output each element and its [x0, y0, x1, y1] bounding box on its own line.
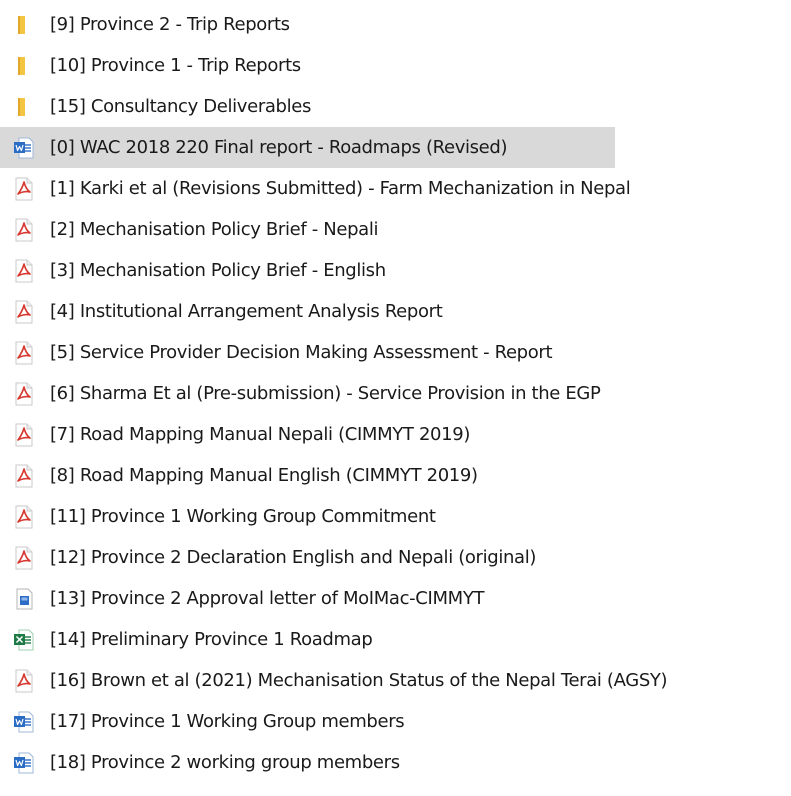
file-row[interactable]: [10] Province 1 - Trip Reports — [0, 45, 791, 86]
file-name: [12] Province 2 Declaration English and … — [50, 547, 537, 568]
folder-icon — [13, 95, 35, 119]
file-name: [8] Road Mapping Manual English (CIMMYT … — [50, 465, 478, 486]
file-list: [9] Province 2 - Trip Reports [10] Provi… — [0, 0, 791, 783]
file-row[interactable]: [11] Province 1 Working Group Commitment — [0, 496, 791, 537]
file-row[interactable]: [18] Province 2 working group members — [0, 742, 791, 783]
file-name: [2] Mechanisation Policy Brief - Nepali — [50, 219, 379, 240]
pdf-file-icon — [13, 300, 35, 324]
file-row[interactable]: [0] WAC 2018 220 Final report - Roadmaps… — [0, 127, 615, 168]
pdf-file-icon — [13, 382, 35, 406]
file-name: [5] Service Provider Decision Making Ass… — [50, 342, 553, 363]
pdf-file-icon — [13, 218, 35, 242]
folder-icon — [13, 13, 35, 37]
file-row[interactable]: [14] Preliminary Province 1 Roadmap — [0, 619, 791, 660]
file-row[interactable]: [1] Karki et al (Revisions Submitted) - … — [0, 168, 791, 209]
file-name: [17] Province 1 Working Group members — [50, 711, 405, 732]
file-row[interactable]: [2] Mechanisation Policy Brief - Nepali — [0, 209, 791, 250]
file-name: [4] Institutional Arrangement Analysis R… — [50, 301, 443, 322]
file-row[interactable]: [16] Brown et al (2021) Mechanisation St… — [0, 660, 791, 701]
file-row[interactable]: [15] Consultancy Deliverables — [0, 86, 791, 127]
file-row[interactable]: [7] Road Mapping Manual Nepali (CIMMYT 2… — [0, 414, 791, 455]
pdf-file-icon — [13, 546, 35, 570]
file-name: [11] Province 1 Working Group Commitment — [50, 506, 436, 527]
file-name: [13] Province 2 Approval letter of MoIMa… — [50, 588, 485, 609]
file-row[interactable]: [13] Province 2 Approval letter of MoIMa… — [0, 578, 791, 619]
pdf-file-icon — [13, 177, 35, 201]
pdf-file-icon — [13, 464, 35, 488]
file-name: [16] Brown et al (2021) Mechanisation St… — [50, 670, 668, 691]
file-row[interactable]: [9] Province 2 - Trip Reports — [0, 4, 791, 45]
file-row[interactable]: [17] Province 1 Working Group members — [0, 701, 791, 742]
folder-icon — [13, 54, 35, 78]
file-name: [0] WAC 2018 220 Final report - Roadmaps… — [50, 137, 508, 158]
pdf-file-icon — [13, 669, 35, 693]
file-name: [10] Province 1 - Trip Reports — [50, 55, 301, 76]
file-name: [1] Karki et al (Revisions Submitted) - … — [50, 178, 631, 199]
word-document-icon — [13, 751, 35, 775]
excel-spreadsheet-icon — [13, 628, 35, 652]
file-name: [18] Province 2 working group members — [50, 752, 400, 773]
pdf-file-icon — [13, 341, 35, 365]
file-row[interactable]: [12] Province 2 Declaration English and … — [0, 537, 791, 578]
word-document-icon — [13, 710, 35, 734]
file-name: [6] Sharma Et al (Pre-submission) - Serv… — [50, 383, 601, 404]
file-row[interactable]: [6] Sharma Et al (Pre-submission) - Serv… — [0, 373, 791, 414]
file-name: [9] Province 2 - Trip Reports — [50, 14, 290, 35]
pdf-file-icon — [13, 423, 35, 447]
file-row[interactable]: [8] Road Mapping Manual English (CIMMYT … — [0, 455, 791, 496]
file-row[interactable]: [4] Institutional Arrangement Analysis R… — [0, 291, 791, 332]
file-row[interactable]: [3] Mechanisation Policy Brief - English — [0, 250, 791, 291]
pdf-file-icon — [13, 259, 35, 283]
word-document-icon — [13, 136, 35, 160]
file-row[interactable]: [5] Service Provider Decision Making Ass… — [0, 332, 791, 373]
file-name: [14] Preliminary Province 1 Roadmap — [50, 629, 373, 650]
pdf-file-icon — [13, 505, 35, 529]
image-file-icon — [13, 587, 35, 611]
file-name: [15] Consultancy Deliverables — [50, 96, 312, 117]
file-name: [3] Mechanisation Policy Brief - English — [50, 260, 386, 281]
file-name: [7] Road Mapping Manual Nepali (CIMMYT 2… — [50, 424, 471, 445]
